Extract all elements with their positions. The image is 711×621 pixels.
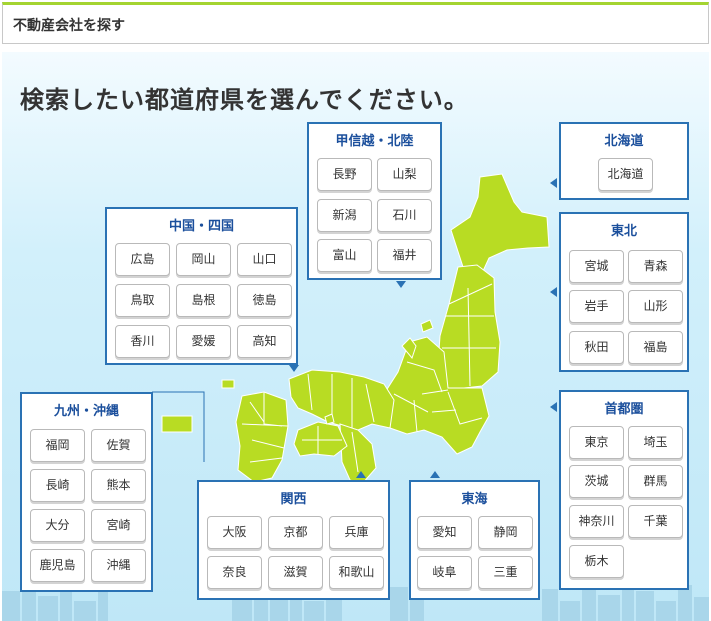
pref-button-aomori[interactable]: 青森 bbox=[628, 250, 683, 283]
pref-button-gifu[interactable]: 岐阜 bbox=[417, 556, 472, 589]
region-box-tokai: 東海 愛知 静岡 岐阜 三重 bbox=[409, 480, 540, 600]
pref-button-toyama[interactable]: 富山 bbox=[317, 239, 372, 272]
pref-button-hyogo[interactable]: 兵庫 bbox=[329, 516, 384, 549]
pref-button-hiroshima[interactable]: 広島 bbox=[115, 243, 170, 276]
pref-button-kochi[interactable]: 高知 bbox=[237, 325, 292, 358]
pref-button-kanagawa[interactable]: 神奈川 bbox=[569, 505, 624, 538]
pref-button-hokkaido[interactable]: 北海道 bbox=[598, 158, 653, 191]
pref-button-aichi[interactable]: 愛知 bbox=[417, 516, 472, 549]
region-title-koshinetsu: 甲信越・北陸 bbox=[335, 134, 414, 149]
arrow-shutoken bbox=[550, 402, 557, 412]
map-okinawa bbox=[161, 415, 193, 433]
arrow-chugoku bbox=[289, 365, 299, 372]
region-title-chugoku: 中国・四国 bbox=[168, 219, 234, 234]
pref-button-gunma[interactable]: 群馬 bbox=[628, 465, 683, 498]
pref-button-ehime[interactable]: 愛媛 bbox=[176, 325, 231, 358]
arrow-koshinetsu bbox=[396, 281, 406, 288]
pref-button-iwate[interactable]: 岩手 bbox=[569, 290, 624, 323]
pref-button-shimane[interactable]: 島根 bbox=[176, 284, 231, 317]
prefecture-selector: 検索したい都道府県を選んでください。 北海道 北海道 東北 宮城 青森 岩手 山… bbox=[2, 52, 709, 621]
pref-button-wakayama[interactable]: 和歌山 bbox=[329, 556, 384, 589]
pref-button-kagoshima[interactable]: 鹿児島 bbox=[30, 549, 85, 582]
arrow-kansai bbox=[356, 471, 366, 478]
pref-button-tokyo[interactable]: 東京 bbox=[569, 426, 624, 459]
pref-button-mie[interactable]: 三重 bbox=[478, 556, 533, 589]
pref-button-chiba[interactable]: 千葉 bbox=[628, 505, 683, 538]
pref-button-osaka[interactable]: 大阪 bbox=[207, 516, 262, 549]
pref-button-nagano[interactable]: 長野 bbox=[317, 158, 372, 191]
pref-button-shizuoka[interactable]: 静岡 bbox=[478, 516, 533, 549]
pref-button-oita[interactable]: 大分 bbox=[30, 509, 85, 542]
region-title-kansai: 関西 bbox=[280, 492, 307, 507]
pref-button-ibaraki[interactable]: 茨城 bbox=[569, 465, 624, 498]
pref-button-miyagi[interactable]: 宮城 bbox=[569, 250, 624, 283]
pref-button-nara[interactable]: 奈良 bbox=[207, 556, 262, 589]
region-title-tohoku: 東北 bbox=[610, 224, 637, 239]
map-kinki-chugoku bbox=[288, 369, 395, 431]
pref-button-yamagata[interactable]: 山形 bbox=[628, 290, 683, 323]
pref-button-nagasaki[interactable]: 長崎 bbox=[30, 469, 85, 502]
pref-button-tochigi[interactable]: 栃木 bbox=[569, 545, 624, 578]
region-title-kyushu: 九州・沖縄 bbox=[53, 404, 119, 419]
pref-button-okinawa[interactable]: 沖縄 bbox=[91, 549, 146, 582]
pref-button-tottori[interactable]: 鳥取 bbox=[115, 284, 170, 317]
pref-button-shiga[interactable]: 滋賀 bbox=[268, 556, 323, 589]
pref-button-saitama[interactable]: 埼玉 bbox=[628, 426, 683, 459]
map-sado bbox=[420, 319, 434, 333]
pref-button-akita[interactable]: 秋田 bbox=[569, 331, 624, 364]
pref-button-fukushima[interactable]: 福島 bbox=[628, 331, 683, 364]
pref-button-niigata[interactable]: 新潟 bbox=[317, 199, 372, 232]
map-island-small bbox=[221, 379, 235, 389]
pref-button-yamaguchi[interactable]: 山口 bbox=[237, 243, 292, 276]
region-box-tohoku: 東北 宮城 青森 岩手 山形 秋田 福島 bbox=[559, 212, 689, 372]
region-box-kansai: 関西 大阪 京都 兵庫 奈良 滋賀 和歌山 bbox=[197, 480, 390, 600]
section-title: 不動産会社を探す bbox=[13, 18, 125, 34]
region-title-shutoken: 首都圏 bbox=[604, 402, 644, 417]
pref-button-kyoto[interactable]: 京都 bbox=[268, 516, 323, 549]
pref-button-kagawa[interactable]: 香川 bbox=[115, 325, 170, 358]
region-box-shutoken: 首都圏 東京 埼玉 茨城 群馬 神奈川 千葉 栃木 bbox=[559, 390, 689, 590]
section-header: 不動産会社を探す bbox=[2, 2, 709, 44]
pref-button-miyazaki[interactable]: 宮崎 bbox=[91, 509, 146, 542]
pref-button-fukui[interactable]: 福井 bbox=[377, 239, 432, 272]
pref-button-ishikawa[interactable]: 石川 bbox=[377, 199, 432, 232]
region-box-hokkaido: 北海道 北海道 bbox=[559, 122, 689, 200]
region-title-hokkaido: 北海道 bbox=[604, 134, 644, 149]
arrow-tokai bbox=[430, 471, 440, 478]
map-kyushu bbox=[235, 391, 289, 483]
region-box-kyushu: 九州・沖縄 福岡 佐賀 長崎 熊本 大分 宮崎 鹿児島 沖縄 bbox=[20, 392, 153, 592]
region-box-koshinetsu: 甲信越・北陸 長野 山梨 新潟 石川 富山 福井 bbox=[307, 122, 442, 280]
pref-button-tokushima[interactable]: 徳島 bbox=[237, 284, 292, 317]
region-box-chugoku: 中国・四国 広島 岡山 山口 鳥取 島根 徳島 香川 愛媛 高知 bbox=[105, 207, 298, 365]
region-title-tokai: 東海 bbox=[461, 492, 488, 507]
pref-button-fukuoka[interactable]: 福岡 bbox=[30, 429, 85, 462]
map-shikoku bbox=[293, 421, 348, 457]
pref-button-yamanashi[interactable]: 山梨 bbox=[377, 158, 432, 191]
pref-button-saga[interactable]: 佐賀 bbox=[91, 429, 146, 462]
arrow-tohoku bbox=[550, 287, 557, 297]
pref-button-kumamoto[interactable]: 熊本 bbox=[91, 469, 146, 502]
arrow-hokkaido bbox=[550, 178, 557, 188]
pref-button-okayama[interactable]: 岡山 bbox=[176, 243, 231, 276]
